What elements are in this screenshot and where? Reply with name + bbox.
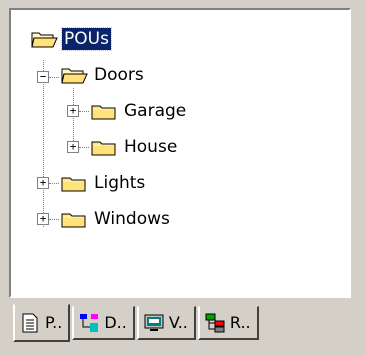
tab-label: D.. xyxy=(104,313,127,332)
tree-node-label[interactable]: Garage xyxy=(122,100,188,122)
tree-line xyxy=(43,60,44,227)
visualization-icon xyxy=(144,314,164,331)
expand-icon[interactable]: + xyxy=(67,141,79,153)
folder-icon xyxy=(91,141,116,156)
tree-line xyxy=(49,77,59,78)
tree-node-label[interactable]: Doors xyxy=(92,64,146,86)
clipped-caption xyxy=(0,0,366,5)
tree-node-label[interactable]: House xyxy=(122,136,179,158)
folder-icon xyxy=(61,213,86,228)
folder-icon xyxy=(91,105,116,120)
expand-icon[interactable]: + xyxy=(37,213,49,225)
tree-line xyxy=(79,147,89,148)
tab-data-types[interactable]: D.. xyxy=(72,306,135,340)
tree-node-label[interactable]: Windows xyxy=(92,208,172,230)
tab-label: P.. xyxy=(45,313,63,332)
tree-node-label[interactable]: Lights xyxy=(92,172,147,194)
tab-pous[interactable]: P.. xyxy=(13,304,71,342)
open-folder-icon xyxy=(31,32,58,48)
tree-line xyxy=(49,183,59,184)
resources-icon xyxy=(205,313,225,332)
folder-icon xyxy=(61,177,86,192)
document-icon xyxy=(22,313,38,332)
tab-label: R.. xyxy=(229,313,251,332)
tab-label: V.. xyxy=(168,313,188,332)
datatype-icon xyxy=(80,313,99,332)
tree-line xyxy=(49,219,59,220)
collapse-icon[interactable]: − xyxy=(37,71,49,83)
tree-node-label[interactable]: POUs xyxy=(61,27,112,51)
tree-line xyxy=(79,111,89,112)
organizer-tab-bar: P.. D.. V.. R.. xyxy=(13,304,261,344)
tab-visualizations[interactable]: V.. xyxy=(136,306,196,340)
expand-icon[interactable]: + xyxy=(37,177,49,189)
tab-resources[interactable]: R.. xyxy=(197,306,259,340)
expand-icon[interactable]: + xyxy=(67,105,79,117)
pou-tree[interactable]: POUs Doors − Garage + House + Lights + W… xyxy=(9,8,351,298)
object-organizer-panel: POUs Doors − Garage + House + Lights + W… xyxy=(9,8,353,348)
open-folder-icon xyxy=(61,68,88,84)
